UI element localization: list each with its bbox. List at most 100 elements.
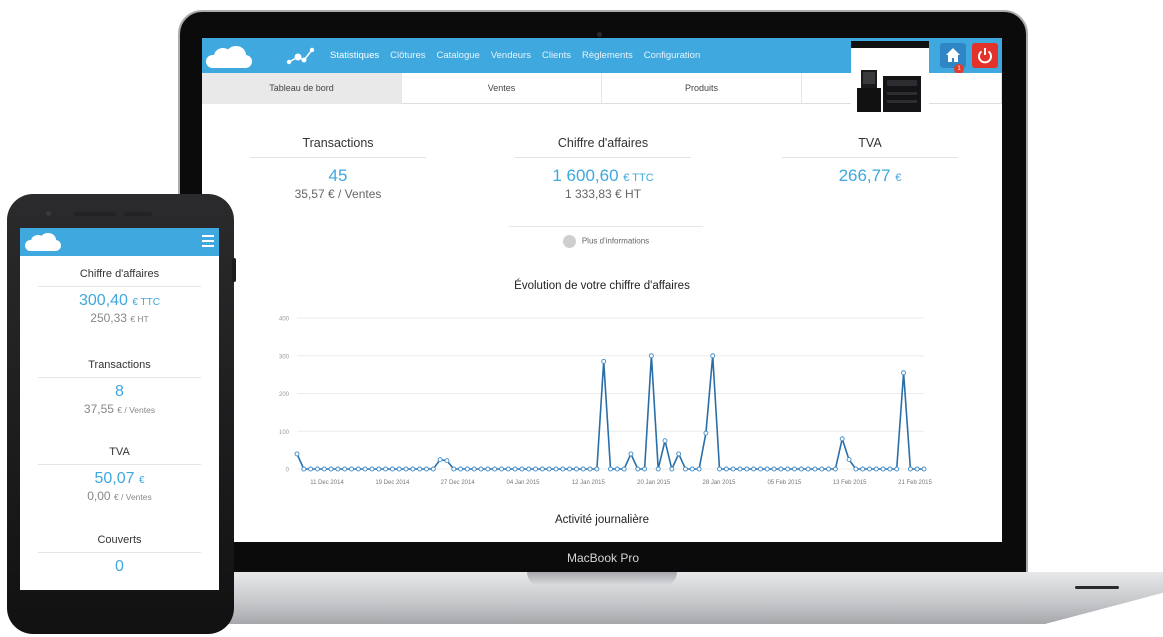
laptop-slot [1075,586,1119,589]
data-point [778,466,784,472]
stat-title: TVA [38,446,201,465]
more-info-link[interactable]: Plus d'informations [509,226,703,248]
data-point [669,466,675,472]
data-point [676,451,682,457]
revenue-ttc: 1 600,60 € TTC [552,166,654,185]
nav-item-statistiques[interactable]: Statistiques [330,50,379,61]
statistics-icon[interactable] [286,46,316,66]
activity-title: Activité journalière [555,514,649,526]
tab-produits[interactable]: Produits [602,73,802,104]
x-tick-label: 05 Feb 2015 [767,480,801,486]
data-point [723,466,729,472]
revenue-ht: 1 333,83 € HT [564,187,642,201]
tva-amount: 266,77 € [838,166,902,185]
data-point [396,466,402,472]
x-tick-label: 27 Dec 2014 [441,480,476,486]
revenue-line-chart: 0 100 200 300 400 11 Dec 2014 19 Dec 2014 27 De… [279,317,933,487]
data-point [553,466,559,472]
data-point [832,466,838,472]
tva-amount: 50,07 € [94,470,145,487]
y-tick-label: 100 [279,430,290,436]
laptop-screen: Statistiques Clôtures Catalogue Vendeurs… [202,38,1002,542]
data-point [614,466,620,472]
data-point [826,466,832,472]
stat-tva: TVA 266,77 € [782,136,958,186]
data-point [383,466,389,472]
data-point [655,466,661,472]
phone-sensor [115,209,124,218]
data-point [301,466,307,472]
laptop-camera [597,32,602,37]
data-point [771,466,777,472]
data-point [362,466,368,472]
data-point [710,353,716,359]
x-tick-label: 19 Dec 2014 [375,480,410,486]
data-point [812,466,818,472]
tab-ventes[interactable]: Ventes [402,73,602,104]
phone-camera [46,211,51,216]
tab-tableau-de-bord[interactable]: Tableau de bord [202,73,402,104]
x-tick-label: 13 Feb 2015 [833,480,867,486]
covers-count: 0 [115,558,124,575]
transactions-count: 45 [328,166,348,185]
data-point [819,466,825,472]
data-point [662,438,668,444]
data-point [717,466,722,472]
plus-circle-icon [562,235,576,248]
data-point [308,466,314,472]
nav-item-catalogue[interactable]: Catalogue [437,50,480,61]
data-point [485,466,491,472]
stat-revenue: Chiffre d'affaires 1 600,60 € TTC 1 333,… [515,136,691,201]
data-point [444,458,450,464]
data-point [683,466,688,472]
data-point [355,466,361,472]
data-point [451,466,457,472]
revenue-ht: 250,33 € HT [90,311,149,325]
data-point [539,466,545,472]
pos-terminal-icon [857,70,921,112]
stat-title: Transactions [250,136,426,158]
x-tick-label: 12 Jan 2015 [572,480,606,486]
data-point [458,466,464,472]
data-point [757,466,763,472]
data-point [560,466,566,472]
product-mockup: Statistiques Clôtures Catalogue Vendeurs… [0,0,1163,637]
data-point [621,466,627,472]
nav-item-clotures[interactable]: Clôtures [390,50,425,61]
data-point [628,451,634,457]
nav-item-clients[interactable]: Clients [542,50,571,61]
data-point [792,466,797,472]
nav-item-configuration[interactable]: Configuration [644,50,701,61]
data-point [887,466,893,472]
nav-item-vendeurs[interactable]: Vendeurs [491,50,531,61]
series-line [296,355,924,472]
data-point [587,466,593,472]
phone-side-button [232,258,236,282]
pos-terminal-image [851,41,929,119]
x-tick-label: 20 Jan 2015 [637,480,671,486]
stat-title: Transactions [38,359,201,378]
data-point [505,466,511,472]
data-point [744,466,750,472]
data-point [648,353,654,359]
data-point [860,466,866,472]
data-point [601,358,607,364]
nav-item-reglements[interactable]: Règlements [582,50,633,61]
data-point [907,466,913,472]
data-point [594,466,600,472]
data-point [328,466,334,472]
cloud-logo-icon[interactable] [206,46,252,68]
hamburger-menu-icon[interactable] [202,235,214,249]
data-point [389,466,395,472]
stat-transactions: Transactions 45 35,57 € / Ventes [250,136,426,201]
data-point [751,466,757,472]
data-point [696,466,702,472]
data-point [430,466,436,472]
device-label: MacBook Pro [566,551,640,565]
data-point [376,466,382,472]
data-point [785,466,791,472]
data-point [294,451,300,457]
cloud-logo-icon[interactable] [25,233,61,251]
data-point [901,370,907,376]
logout-button[interactable] [972,43,998,68]
